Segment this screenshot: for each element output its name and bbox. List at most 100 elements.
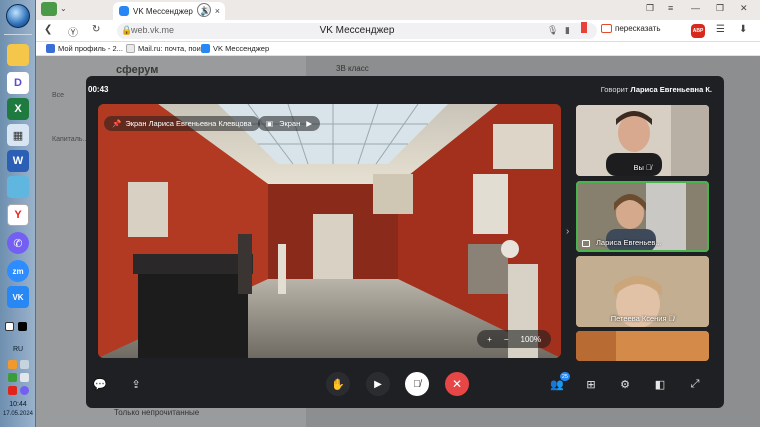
close-window-icon[interactable]: ✕: [740, 3, 748, 14]
unread-filter[interactable]: Только непрочитанные: [114, 408, 199, 417]
tray-viber-icon[interactable]: [20, 386, 29, 395]
participant-name: Лариса Евгеньев...: [596, 238, 662, 247]
grid-icon[interactable]: ⊞: [583, 376, 599, 392]
screen-tag-label: Экран: [279, 119, 301, 128]
menu-icon[interactable]: ☰: [716, 24, 725, 35]
bookmark-label: Мой профиль - 2...: [58, 44, 123, 53]
vk-icon[interactable]: VK: [7, 286, 29, 308]
chat-bubble-icon[interactable]: 💬: [92, 376, 108, 392]
participant-name: Петеева Ксения 🎙̸: [610, 314, 675, 323]
gear-icon[interactable]: ⚙: [617, 376, 633, 392]
clock-time[interactable]: 10:44: [0, 401, 36, 408]
call-timer: 00:43: [88, 85, 109, 94]
zoom-icon[interactable]: zm: [7, 260, 29, 282]
call-controls: 💬 ⇪ ✋ ▶ 🎙̸ ✕ 👥 25 ⊞ ⚙ ◧ ⤢: [86, 366, 724, 402]
bookmark-favicon-icon: [201, 44, 210, 53]
chevron-right-icon[interactable]: ›: [566, 226, 569, 237]
hand-icon[interactable]: ✋: [326, 372, 350, 396]
url-field[interactable]: 🔒 web.vk.me VK Мессенджер 🎙 ▮: [117, 23, 597, 39]
chevron-down-icon[interactable]: ⌄: [60, 4, 67, 13]
yandex-browser-icon[interactable]: Y: [7, 204, 29, 226]
pip-icon[interactable]: ◧: [652, 376, 668, 392]
vk-favicon-icon: [119, 6, 129, 16]
language-indicator[interactable]: RU: [0, 346, 36, 353]
refresh-icon[interactable]: ↻: [92, 24, 100, 35]
bookmark-item-0[interactable]: Мой профиль - 2...: [46, 44, 123, 53]
zoom-out-button[interactable]: −: [504, 335, 509, 344]
viber-icon[interactable]: ✆: [7, 232, 29, 254]
participant-tile-2[interactable]: Петеева Ксения 🎙̸: [576, 256, 709, 327]
close-tab-icon[interactable]: ×: [215, 6, 220, 16]
yandex-home-icon[interactable]: Ⓨ: [68, 24, 78, 39]
mic-permission-icon[interactable]: 🎙: [547, 25, 558, 36]
clock-date[interactable]: 17.05.2024: [0, 411, 36, 417]
window-menu-icon[interactable]: ≡: [668, 3, 673, 13]
tray-volume-icon[interactable]: [20, 373, 29, 382]
download-icon[interactable]: ⬇: [739, 24, 747, 35]
bookmark-favicon-icon: [126, 44, 135, 53]
start-button[interactable]: [6, 4, 30, 28]
speaker-prefix: Говорит: [600, 85, 629, 94]
page-title-display: VK Мессенджер: [319, 25, 395, 36]
tray-red-icon[interactable]: [8, 386, 17, 395]
screen-share-icon: [582, 240, 590, 247]
retell-button[interactable]: пересказать: [601, 24, 661, 34]
tray-warning-icon[interactable]: [8, 360, 17, 369]
bookmark-item-2[interactable]: VK Мессенджер: [201, 44, 269, 53]
calculator-icon[interactable]: ▦: [7, 124, 29, 146]
participant-tile-0[interactable]: Вы 🎙̸: [576, 105, 709, 176]
folder-icon[interactable]: [7, 44, 29, 66]
participants-count: 25: [559, 372, 570, 381]
chat-title[interactable]: 3В класс: [336, 64, 369, 73]
retell-label: пересказать: [615, 24, 661, 33]
mic-off-icon: 🎙̸: [668, 314, 675, 323]
adblock-icon[interactable]: ABP: [691, 24, 705, 38]
bookmark-icon[interactable]: [581, 22, 587, 33]
screen-tag[interactable]: ▣ Экран ▶: [258, 116, 321, 131]
mic-off-icon[interactable]: 🎙̸: [405, 372, 429, 396]
word-icon[interactable]: W: [7, 150, 29, 172]
camera-icon[interactable]: ▶: [366, 372, 390, 396]
bookmarks-bar: Мой профиль - 2... Mail.ru: почта, пои..…: [36, 42, 760, 56]
d-app-icon[interactable]: D: [7, 72, 29, 94]
minimize-icon[interactable]: —: [691, 3, 700, 13]
bookmark-favicon-icon: [46, 44, 55, 53]
browser-tabbar: ⌄ VK Мессенджер 🔊 × + ❐ ≡ — ❐ ✕: [36, 0, 760, 20]
tray-green-icon[interactable]: [8, 373, 17, 382]
camera-small-icon: ▶: [306, 119, 313, 128]
mic-off-icon: 🎙̸: [645, 163, 652, 172]
close-icon[interactable]: ✕: [445, 372, 469, 396]
users-icon[interactable]: 👥 25: [549, 372, 570, 392]
tray-white-icon[interactable]: [5, 322, 14, 331]
share-screen-icon[interactable]: ⇪: [128, 376, 144, 392]
restore-icon[interactable]: ❐: [716, 3, 724, 14]
bookmark-item-1[interactable]: Mail.ru: почта, пои...: [126, 44, 207, 53]
bookmark-label: VK Мессенджер: [213, 44, 270, 53]
new-tab-button[interactable]: +: [197, 3, 211, 17]
video-call-window: 00:43 Говорит Лариса Евгеньевна К. 📌 Экр…: [86, 76, 724, 408]
tray-network-icon[interactable]: [20, 360, 29, 369]
screen-share-label: 📌 Экран Лариса Евгеньевна Клевцова: [104, 116, 260, 131]
zoom-controls: + − 100%: [477, 330, 551, 348]
excel-icon[interactable]: X: [7, 98, 29, 120]
pin-icon[interactable]: 📌: [112, 119, 121, 128]
participant-tile-1[interactable]: Лариса Евгеньев...: [576, 181, 709, 252]
participant-tile-3[interactable]: [576, 331, 709, 361]
participant-video: [576, 331, 709, 361]
fullscreen-icon[interactable]: ⤢: [687, 376, 703, 392]
media-icon[interactable]: [7, 176, 29, 198]
sferum-brand[interactable]: сферум: [116, 64, 158, 76]
shared-screen-view[interactable]: 📌 Экран Лариса Евгеньевна Клевцова ▣ Экр…: [98, 104, 561, 358]
folder-capital[interactable]: Капиталь...: [52, 136, 88, 143]
folder-all[interactable]: Все: [52, 92, 64, 99]
retell-icon: [601, 24, 612, 34]
zoom-level: 100%: [520, 334, 541, 344]
taskbar-divider: [4, 34, 32, 35]
tray-black-icon[interactable]: [18, 322, 27, 331]
zoom-in-button[interactable]: +: [487, 335, 492, 344]
window-collections-icon[interactable]: ❐: [646, 3, 654, 14]
back-icon[interactable]: ❮: [44, 24, 52, 35]
camera-permission-icon[interactable]: ▮: [565, 25, 570, 36]
browser-addressbar: ❮ Ⓨ ↻ 🔒 web.vk.me VK Мессенджер 🎙 ▮ пере…: [36, 20, 760, 42]
tab-manager-icon[interactable]: [41, 2, 57, 16]
